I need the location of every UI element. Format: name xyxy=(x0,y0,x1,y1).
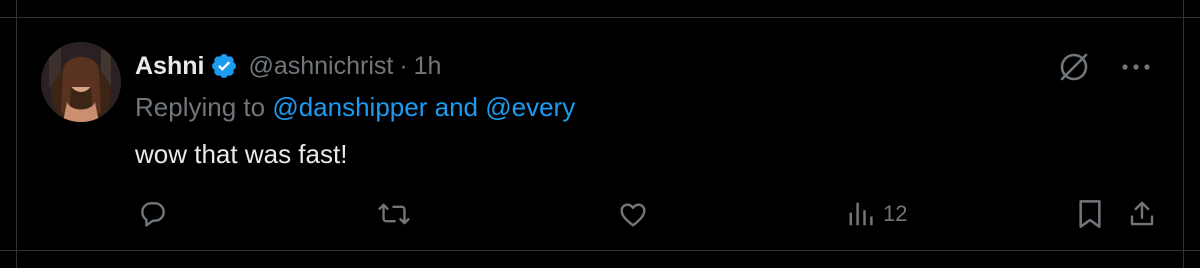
author-handle[interactable]: @ashnichrist xyxy=(248,52,393,81)
share-button[interactable] xyxy=(1127,196,1157,232)
replying-to-line: Replying to @danshipper and @every xyxy=(135,92,575,123)
reply-mention-2[interactable]: @every xyxy=(485,92,575,122)
reply-button[interactable] xyxy=(137,196,169,232)
timestamp[interactable]: 1h xyxy=(414,52,442,81)
reply-icon xyxy=(141,202,165,227)
bookmark-button[interactable] xyxy=(1075,196,1105,232)
views-icon xyxy=(849,202,873,226)
avatar-image xyxy=(41,42,121,122)
previous-tweet-area xyxy=(0,0,1200,18)
tweet-divider xyxy=(0,250,1200,251)
replying-prefix: Replying to xyxy=(135,92,266,122)
retweet-button[interactable] xyxy=(377,196,411,232)
retweet-icon xyxy=(378,203,410,225)
reply-mention-1[interactable]: @danshipper xyxy=(272,92,427,122)
views-button[interactable]: 12 xyxy=(847,196,907,232)
tweet[interactable]: Ashni @ashnichrist · 1h Replying to @dan… xyxy=(17,18,1183,250)
tweet-header: Ashni @ashnichrist · 1h xyxy=(135,50,441,82)
avatar[interactable] xyxy=(41,42,121,122)
separator-dot: · xyxy=(399,51,408,80)
bookmark-icon xyxy=(1079,200,1101,228)
like-icon xyxy=(620,203,646,227)
tweet-top-actions xyxy=(1057,50,1151,84)
like-button[interactable] xyxy=(617,196,649,232)
tweet-text: wow that was fast! xyxy=(135,139,348,169)
reply-mention-conjunction[interactable]: and xyxy=(435,92,478,122)
tweet-actions: 12 xyxy=(135,196,1159,232)
share-icon xyxy=(1130,201,1154,226)
more-icon[interactable] xyxy=(1121,62,1151,72)
author-name[interactable]: Ashni xyxy=(135,52,204,81)
grok-icon[interactable] xyxy=(1057,50,1091,84)
verified-badge-icon[interactable] xyxy=(210,52,238,80)
views-count: 12 xyxy=(883,201,908,226)
right-border xyxy=(1183,0,1184,268)
